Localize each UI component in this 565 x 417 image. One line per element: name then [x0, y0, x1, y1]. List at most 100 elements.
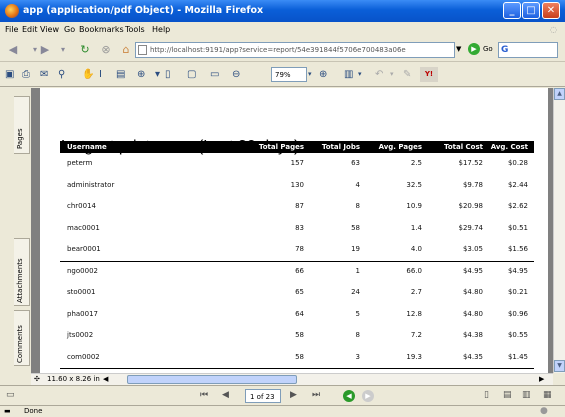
menu-go[interactable]: Go [64, 25, 75, 34]
maximize-button[interactable]: □ [522, 2, 540, 19]
cell-username: administrator [67, 180, 115, 189]
back-icon[interactable]: ◀ [4, 41, 22, 59]
hand-tool-icon[interactable]: ✋ [82, 67, 94, 82]
horizontal-scroll-thumb[interactable] [127, 375, 297, 384]
close-button[interactable]: ✕ [542, 2, 560, 19]
table-row: bear0001 78 19 4.0 $3.05 $1.56 [60, 239, 534, 259]
table-row: jts0002 58 8 7.2 $4.38 $0.55 [60, 325, 534, 345]
col-avg-pages: Avg. Pages [378, 143, 422, 151]
next-page-icon[interactable]: ▶ [290, 390, 297, 400]
zoom-in-icon[interactable]: ⊕ [137, 67, 145, 82]
find-icon[interactable]: ⚲ [58, 67, 65, 82]
cell-avg-pages: 32.5 [406, 180, 422, 189]
cell-total-pages: 58 [295, 352, 304, 361]
fit-page-icon[interactable]: ▢ [187, 67, 196, 82]
vertical-scrollbar[interactable]: ▲ ▼ [553, 88, 565, 373]
menu-bar: File Edit View Go Bookmarks Tools Help ◌ [0, 22, 565, 38]
table-header: Username Total Pages Total Jobs Avg. Pag… [60, 141, 534, 153]
scroll-left-icon[interactable]: ◀ [103, 375, 108, 383]
reload-icon[interactable]: ↻ [76, 41, 94, 59]
go-forward-view-icon[interactable]: ▶ [362, 390, 374, 402]
cell-avg-cost: $4.95 [507, 266, 528, 275]
tab-pages[interactable]: Pages [14, 96, 30, 154]
stop-icon[interactable]: ⊗ [97, 41, 115, 59]
layout-dropdown-icon[interactable]: ▾ [358, 67, 362, 82]
col-avg-cost: Avg. Cost [490, 143, 528, 151]
home-icon[interactable]: ⌂ [117, 41, 135, 59]
single-page-icon[interactable]: ▯ [484, 390, 489, 400]
go-icon[interactable]: ▶ [468, 43, 480, 55]
rotate-dropdown-icon[interactable]: ▾ [390, 67, 394, 82]
cell-total-cost: $4.80 [462, 288, 483, 296]
tab-attachments-label: Attachments [16, 258, 24, 303]
facing-icon[interactable]: ▥ [522, 390, 531, 400]
table-row: peterm 157 63 2.5 $17.52 $0.28 [60, 153, 534, 173]
print-icon[interactable]: ⎙ [22, 67, 30, 82]
table-row: ngo0002 66 1 66.0 $4.95 $4.95 [60, 261, 534, 281]
cell-total-pages: 65 [295, 288, 304, 296]
cell-total-jobs: 19 [351, 245, 360, 253]
save-icon[interactable]: ▣ [5, 67, 14, 82]
address-dropdown-icon[interactable]: ▼ [456, 45, 461, 53]
actual-size-icon[interactable]: ▯ [165, 67, 171, 82]
previous-page-icon[interactable]: ◀ [222, 390, 229, 400]
continuous-facing-icon[interactable]: ▦ [543, 390, 552, 400]
menu-bookmarks[interactable]: Bookmarks [79, 25, 124, 34]
scroll-right-icon[interactable]: ▶ [539, 375, 544, 383]
continuous-icon[interactable]: ▤ [503, 390, 512, 400]
go-label[interactable]: Go [483, 45, 493, 53]
cell-total-jobs: 8 [355, 202, 360, 210]
cell-avg-cost: $0.55 [507, 331, 528, 339]
status-text: Done [24, 407, 43, 415]
cell-avg-cost: $0.96 [507, 309, 528, 318]
forward-dropdown-icon[interactable]: ▾ [54, 41, 72, 59]
table-row: chr0014 87 8 10.9 $20.98 $2.62 [60, 196, 534, 216]
menu-help[interactable]: Help [152, 25, 170, 34]
document-viewer[interactable]: Largest print users (Last 30 days) Usern… [31, 88, 553, 373]
cell-total-pages: 87 [295, 202, 304, 210]
search-input[interactable]: G [498, 42, 558, 58]
yahoo-icon[interactable]: Y! [420, 67, 438, 82]
tab-attachments[interactable]: Attachments [14, 238, 30, 306]
rotate-icon[interactable]: ↶ [375, 67, 383, 82]
menu-file[interactable]: File [5, 25, 18, 34]
menu-tools[interactable]: Tools [125, 25, 145, 34]
panel-toggle-icon[interactable]: ▭ [6, 390, 15, 400]
cell-total-cost: $3.05 [462, 245, 483, 253]
cell-avg-cost: $2.44 [507, 180, 528, 189]
forward-icon[interactable]: ▶ [36, 41, 54, 59]
table-row: com0002 58 3 19.3 $4.35 $1.45 [60, 347, 534, 367]
page-layout-icon[interactable]: ▥ [344, 67, 353, 82]
snapshot-icon[interactable]: ▤ [116, 67, 125, 82]
minimize-button[interactable]: _ [503, 2, 521, 19]
zoom-out-icon[interactable]: ⊖ [232, 67, 240, 82]
go-back-view-icon[interactable]: ◀ [343, 390, 355, 402]
navigation-toolbar: ◀ ▾ ▶ ▾ ↻ ⊗ ⌂ http://localhost:9191/app?… [0, 38, 565, 62]
scroll-down-icon[interactable]: ▼ [554, 360, 565, 372]
page-number-field[interactable]: 1 of 23 [245, 389, 281, 403]
sign-icon[interactable]: ✎ [403, 67, 411, 82]
cell-total-cost: $9.78 [462, 180, 483, 189]
menu-edit[interactable]: Edit [22, 25, 38, 34]
scroll-up-icon[interactable]: ▲ [554, 88, 565, 100]
tab-comments[interactable]: Comments [14, 310, 30, 366]
last-page-icon[interactable]: ⏭ [312, 390, 320, 400]
zoom-in-plus-icon[interactable]: ⊕ [319, 67, 327, 82]
cell-total-pages: 78 [295, 245, 304, 253]
menu-view[interactable]: View [40, 25, 59, 34]
first-page-icon[interactable]: ⏮ [200, 390, 208, 400]
fit-width-icon[interactable]: ▭ [210, 67, 219, 82]
address-bar[interactable]: http://localhost:9191/app?service=report… [135, 42, 455, 58]
select-text-icon[interactable]: Ⅰ [99, 67, 102, 82]
zoom-dropdown-icon[interactable]: ▾ [155, 67, 160, 82]
cell-username: com0002 [67, 352, 100, 361]
cell-total-pages: 58 [295, 331, 304, 339]
email-icon[interactable]: ✉ [40, 67, 48, 82]
table-row: sto0001 65 24 2.7 $4.80 $0.21 [60, 282, 534, 302]
zoom-select-icon[interactable]: ▾ [308, 67, 312, 82]
firefox-icon [5, 4, 19, 18]
zoom-field[interactable]: 79% [271, 67, 307, 82]
cell-avg-cost: $1.45 [507, 352, 528, 361]
table-row: mac0001 83 58 1.4 $29.74 $0.51 [60, 218, 534, 238]
horizontal-scrollbar[interactable]: ✣ 11.60 x 8.26 in ◀ ▶ [31, 373, 553, 385]
